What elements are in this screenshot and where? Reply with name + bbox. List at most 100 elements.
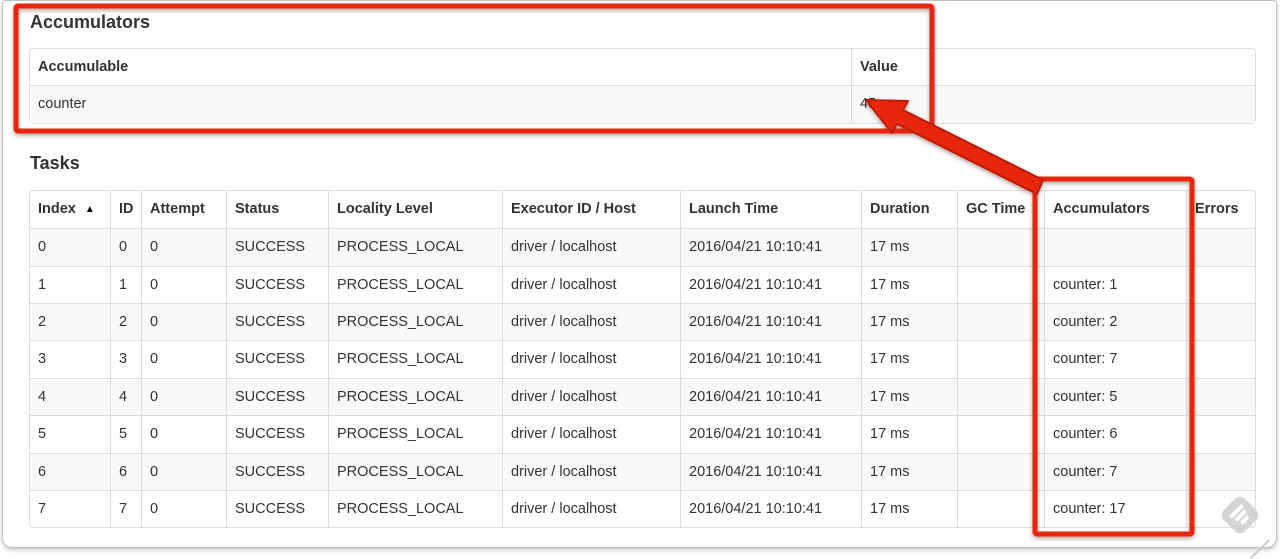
table-cell: [957, 340, 1044, 378]
table-cell: counter: 17: [1044, 490, 1186, 528]
table-cell: 2: [30, 303, 110, 341]
table-cell: counter: 5: [1044, 377, 1186, 416]
table-cell: counter: 2: [1044, 303, 1186, 341]
table-row: 3 3 0 SUCCESS PROCESS_LOCAL driver / localhos…: [30, 340, 1255, 378]
table-cell: 0: [110, 228, 141, 266]
table-cell: [1186, 303, 1255, 341]
column-header-executor-id-host[interactable]: Executor ID / Host: [502, 190, 680, 229]
table-cell: driver / localhost: [502, 377, 680, 416]
column-header-index[interactable]: Index ▲: [30, 191, 110, 228]
table-cell: 0: [141, 452, 226, 491]
table-cell: SUCCESS: [226, 415, 328, 453]
table-row: 0 0 0 SUCCESS PROCESS_LOCAL driver / localhos…: [30, 228, 1255, 266]
table-header-row: Accumulable Value: [30, 49, 1255, 86]
table-cell: [1044, 228, 1186, 266]
table-cell: counter: 7: [1044, 452, 1186, 491]
table-cell: PROCESS_LOCAL: [328, 377, 502, 416]
table-cell: 2016/04/21 10:10:41: [680, 340, 861, 378]
table-cell: counter: 1: [1044, 265, 1186, 304]
table-cell: driver / localhost: [502, 265, 680, 304]
table-row: 7 7 0 SUCCESS PROCESS_LOCAL driver / localhos…: [30, 490, 1255, 528]
table-cell: 2016/04/21 10:10:41: [680, 228, 861, 266]
table-cell: [1186, 415, 1255, 453]
table-cell: 0: [141, 377, 226, 416]
table-cell: 17 ms: [861, 452, 957, 491]
table-header-row: Index ▲ ID Attempt Status Locality Level …: [30, 190, 1255, 229]
column-header-value[interactable]: Value: [851, 49, 1255, 86]
table-cell: PROCESS_LOCAL: [328, 228, 502, 266]
column-header-attempt[interactable]: Attempt: [141, 190, 226, 229]
table-cell: [957, 415, 1044, 453]
table-cell: counter: 7: [1044, 340, 1186, 378]
table-row: 1 1 0 SUCCESS PROCESS_LOCAL driver / localhos…: [30, 265, 1255, 304]
browser-page: Accumulators Accumulable Value counter 45…: [2, 0, 1277, 548]
table-cell: 2016/04/21 10:10:41: [680, 415, 861, 453]
table-cell: 1: [110, 265, 141, 304]
table-cell: [957, 303, 1044, 341]
table-cell: 0: [141, 265, 226, 304]
table-cell: 0: [141, 303, 226, 341]
table-cell: 0: [141, 490, 226, 528]
table-cell: 45: [851, 85, 1255, 123]
table-cell: driver / localhost: [502, 415, 680, 453]
table-cell: 0: [141, 228, 226, 266]
table-cell: 17 ms: [861, 265, 957, 304]
column-header-gc-time[interactable]: GC Time: [957, 190, 1044, 229]
table-cell: 17 ms: [861, 415, 957, 453]
table-cell: SUCCESS: [226, 377, 328, 416]
table-cell: PROCESS_LOCAL: [328, 340, 502, 378]
column-header-duration[interactable]: Duration: [861, 190, 957, 229]
table-cell: 0: [141, 340, 226, 378]
table-cell: 2016/04/21 10:10:41: [680, 265, 861, 304]
table-cell: 6: [30, 452, 110, 491]
table-cell: 17 ms: [861, 228, 957, 266]
table-cell: 17 ms: [861, 303, 957, 341]
column-header-accumulators[interactable]: Accumulators: [1044, 190, 1186, 229]
accumulators-table: Accumulable Value counter 45: [29, 48, 1256, 124]
table-cell: driver / localhost: [502, 303, 680, 341]
accumulators-heading: Accumulators: [30, 12, 151, 32]
table-cell: 7: [110, 490, 141, 528]
column-header-launch-time[interactable]: Launch Time: [680, 190, 861, 229]
column-header-errors[interactable]: Errors: [1186, 190, 1255, 229]
table-cell: 3: [110, 340, 141, 378]
table-cell: PROCESS_LOCAL: [328, 415, 502, 453]
table-cell: 17 ms: [861, 490, 957, 528]
table-cell: 0: [30, 228, 110, 266]
table-cell: [1186, 490, 1255, 528]
table-cell: PROCESS_LOCAL: [328, 303, 502, 341]
column-header-locality-level[interactable]: Locality Level: [328, 190, 502, 229]
table-cell: SUCCESS: [226, 265, 328, 304]
table-cell: [1186, 452, 1255, 491]
table-cell: [957, 228, 1044, 266]
tasks-table: Index ▲ ID Attempt Status Locality Level …: [29, 189, 1256, 529]
table-cell: 6: [110, 452, 141, 491]
table-cell: SUCCESS: [226, 452, 328, 491]
table-cell: 5: [30, 415, 110, 452]
table-row: 6 6 0 SUCCESS PROCESS_LOCAL driver / localhos…: [30, 452, 1255, 491]
table-cell: SUCCESS: [226, 228, 328, 266]
table-cell: SUCCESS: [226, 490, 328, 528]
table-cell: 2016/04/21 10:10:41: [680, 303, 861, 341]
table-row: 2 2 0 SUCCESS PROCESS_LOCAL driver / localhos…: [30, 303, 1255, 341]
table-cell: driver / localhost: [502, 490, 680, 528]
table-cell: [1186, 377, 1255, 416]
table-cell: 17 ms: [861, 377, 957, 416]
table-cell: 3: [30, 340, 110, 377]
table-cell: [1186, 228, 1255, 266]
table-cell: [1186, 265, 1255, 304]
column-header-id[interactable]: ID: [110, 190, 141, 229]
column-header-accumulable[interactable]: Accumulable: [30, 49, 851, 85]
table-cell: [957, 377, 1044, 416]
table-cell: 4: [30, 377, 110, 416]
table-cell: 1: [30, 265, 110, 303]
table-cell: driver / localhost: [502, 452, 680, 491]
table-row: 5 5 0 SUCCESS PROCESS_LOCAL driver / localhos…: [30, 415, 1255, 453]
table-cell: PROCESS_LOCAL: [328, 452, 502, 491]
table-cell: 2016/04/21 10:10:41: [680, 490, 861, 528]
table-cell: SUCCESS: [226, 340, 328, 378]
column-header-status[interactable]: Status: [226, 190, 328, 229]
table-cell: PROCESS_LOCAL: [328, 265, 502, 304]
table-cell: counter: 6: [1044, 415, 1186, 453]
tasks-heading: Tasks: [30, 152, 80, 173]
